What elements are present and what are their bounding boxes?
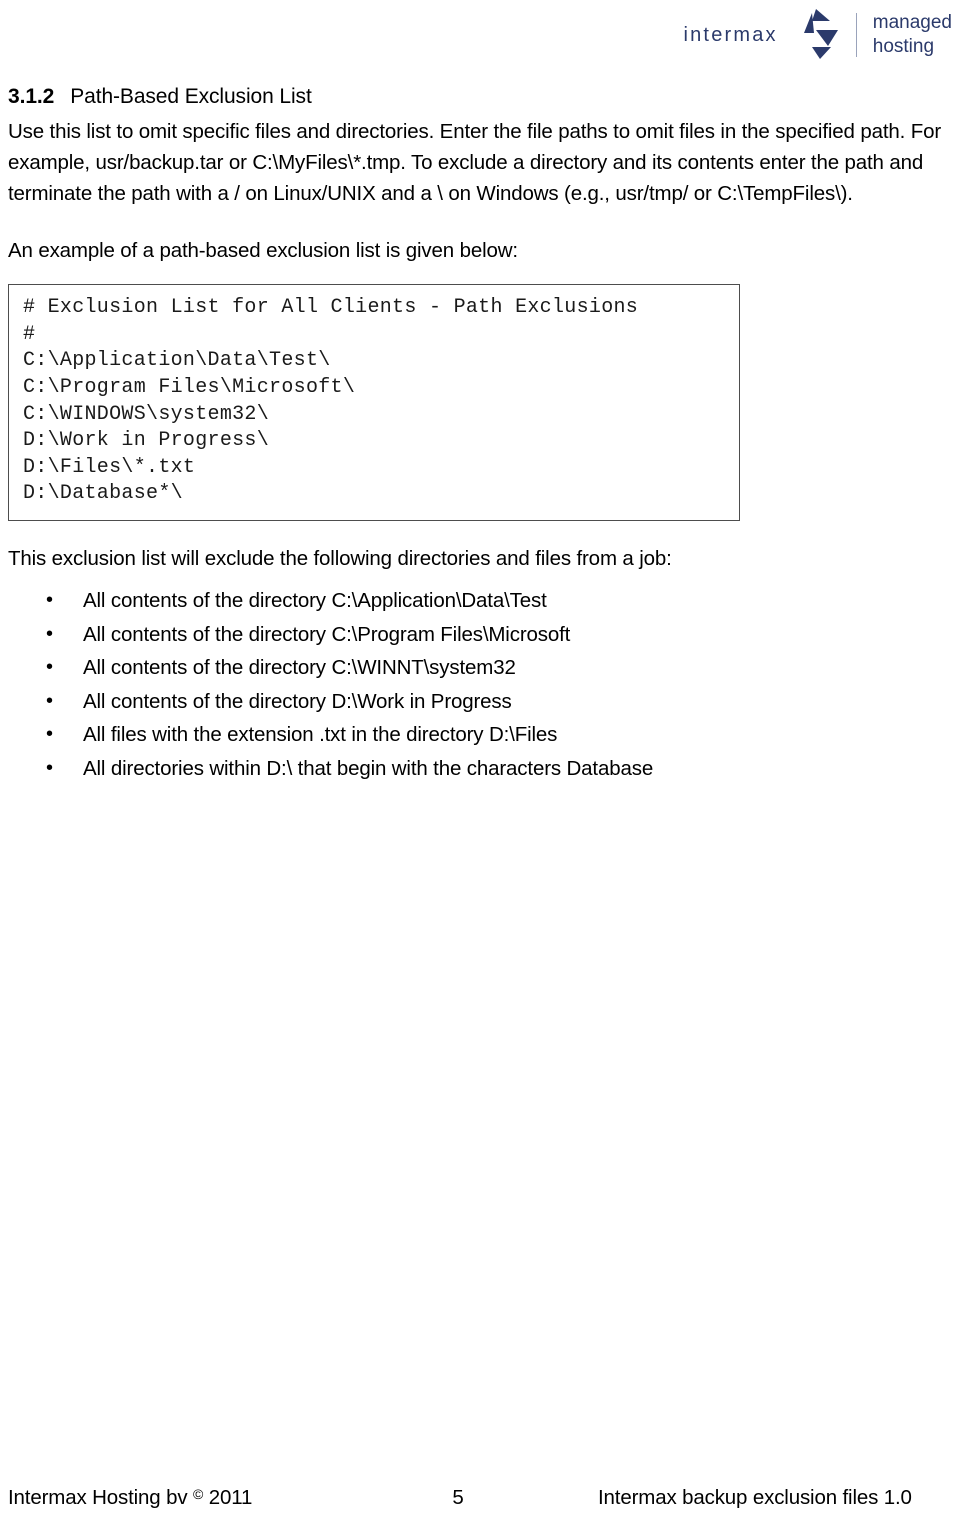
list-item: All contents of the directory C:\Program…	[8, 618, 952, 652]
copyright-icon: ©	[193, 1486, 204, 1502]
example-lead-text: An example of a path-based exclusion lis…	[8, 239, 518, 263]
brand-lockup: intermax managed hosting	[683, 8, 952, 62]
brand-tagline-line1: managed	[872, 11, 952, 33]
page-title: 3.1.2 Path-Based Exclusion List	[8, 84, 952, 110]
brand-wordmark: intermax	[683, 24, 778, 46]
document-content: 3.1.2 Path-Based Exclusion List Use this …	[8, 84, 952, 785]
footer-document-title: Intermax backup exclusion files 1.0	[598, 1486, 912, 1509]
page-header: intermax managed hosting	[0, 0, 960, 72]
list-item: All contents of the directory D:\Work in…	[8, 685, 952, 719]
intro-paragraph: Use this list to omit specific files and…	[8, 120, 942, 206]
footer-copyright: Intermax Hosting bv © 2011	[8, 1480, 428, 1512]
excluded-items-list: All contents of the directory C:\Applica…	[8, 584, 952, 785]
list-item: All directories within D:\ that begin wi…	[8, 752, 952, 786]
result-lead-text: This exclusion list will exclude the fol…	[8, 547, 672, 570]
section-title: Path-Based Exclusion List	[70, 85, 312, 108]
intermax-arrows-logo-icon	[786, 8, 842, 62]
footer-copyright-prefix: Intermax Hosting bv	[8, 1486, 193, 1509]
footer-copyright-year: 2011	[203, 1486, 253, 1509]
exclusion-list-code-box: # Exclusion List for All Clients - Path …	[8, 284, 740, 521]
page-number: 5	[452, 1486, 464, 1509]
list-item: All files with the extension .txt in the…	[8, 718, 952, 752]
section-number: 3.1.2	[8, 85, 55, 108]
list-item: All contents of the directory C:\Applica…	[8, 584, 952, 618]
page-footer: Intermax Hosting bv © 2011 5 Intermax ba…	[8, 1480, 952, 1512]
brand-tagline: managed hosting	[873, 11, 952, 60]
brand-tagline-line2: hosting	[872, 36, 935, 57]
brand-divider	[855, 13, 857, 57]
exclusion-list-code-text: # Exclusion List for All Clients - Path …	[23, 296, 639, 506]
list-item: All contents of the directory C:\WINNT\s…	[8, 651, 952, 685]
